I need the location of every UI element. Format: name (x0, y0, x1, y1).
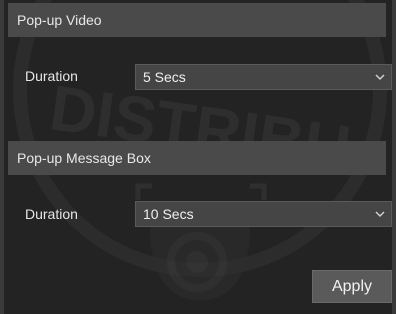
chevron-down-icon (375, 211, 385, 218)
popup-message-title: Pop-up Message Box (17, 150, 151, 166)
popup-message-duration-value: 10 Secs (143, 206, 194, 222)
popup-video-duration-label: Duration (25, 68, 78, 84)
popup-video-header: Pop-up Video (8, 3, 386, 37)
popup-video-title: Pop-up Video (17, 12, 102, 28)
popup-video-duration-select[interactable]: 5 Secs (135, 64, 392, 90)
popup-message-duration-label: Duration (25, 206, 78, 222)
apply-button[interactable]: Apply (312, 270, 392, 303)
popup-message-header: Pop-up Message Box (8, 141, 386, 175)
chevron-down-icon (375, 74, 385, 81)
popup-video-duration-value: 5 Secs (143, 69, 186, 85)
popup-message-duration-select[interactable]: 10 Secs (135, 201, 392, 227)
